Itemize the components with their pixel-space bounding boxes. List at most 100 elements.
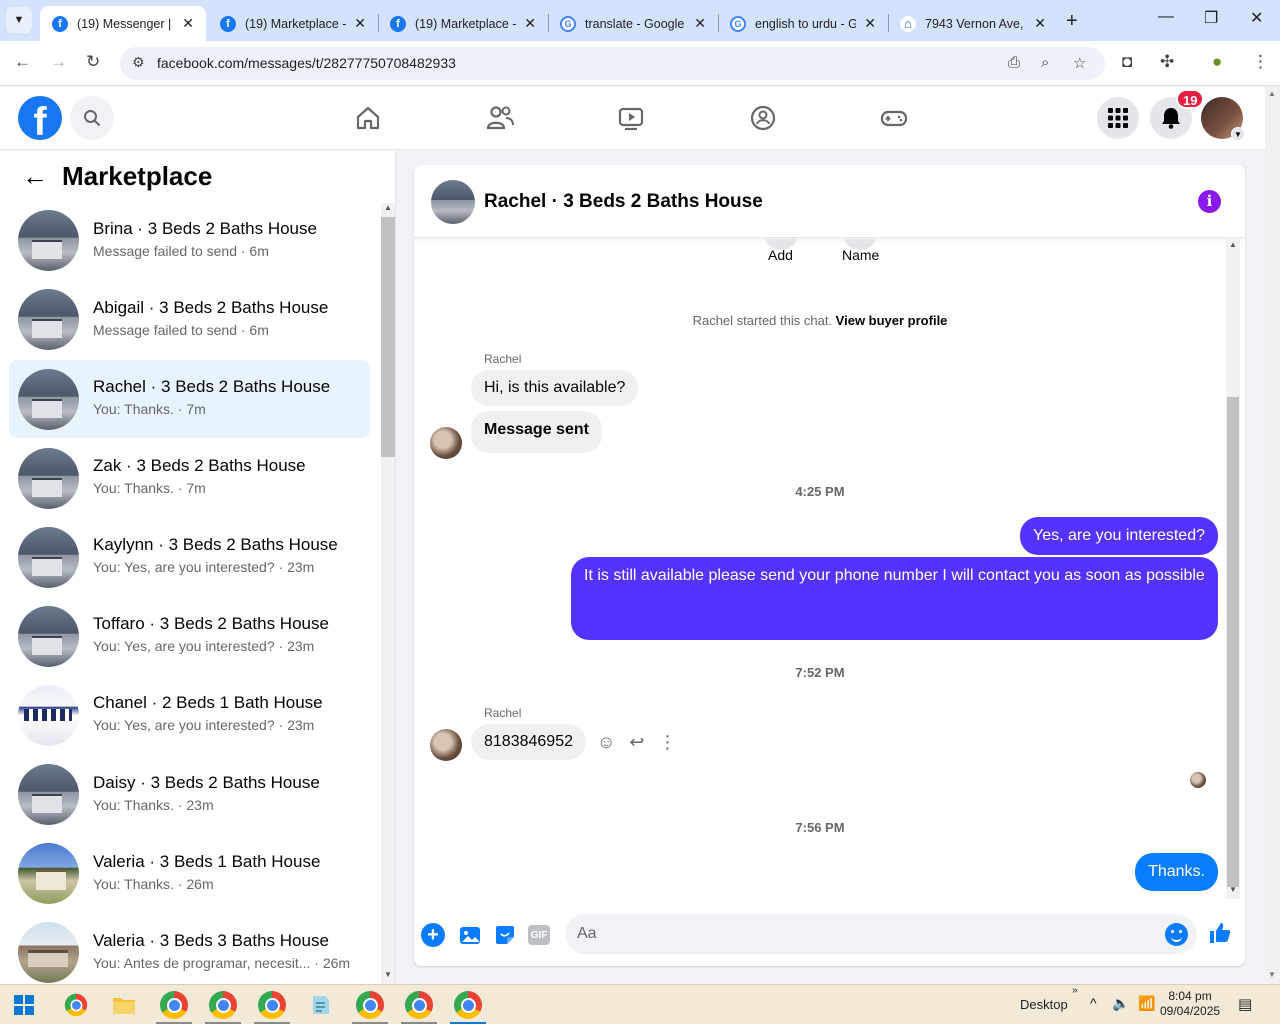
home-icon[interactable] [353,103,383,133]
chrome-profile-icon[interactable] [405,991,433,1019]
site-info-icon[interactable]: ⚙ [132,54,145,71]
view-buyer-profile-link[interactable]: View buyer profile [836,313,948,328]
scroll-down-icon[interactable]: ▼ [384,970,392,979]
facebook-logo-icon[interactable]: f [18,96,62,140]
scrollbar-thumb[interactable] [381,217,395,457]
scroll-down-icon[interactable]: ▼ [1229,885,1237,894]
outgoing-message[interactable]: It is still available please send your p… [571,557,1218,640]
close-tab-icon[interactable]: ✕ [694,15,706,32]
info-icon[interactable]: i [1198,190,1221,213]
conversation-item[interactable]: Kaylynn · 3 Beds 2 Baths House You: Yes,… [9,518,370,596]
thumbs-up-icon[interactable] [1208,921,1232,952]
incoming-message[interactable]: Message sent [471,411,602,453]
scroll-down-icon[interactable]: ▼ [1268,970,1276,979]
chevron-up-icon[interactable]: ^ [1090,995,1097,1011]
conversation-item[interactable]: Abigail · 3 Beds 2 Baths House Message f… [9,281,370,359]
close-tab-icon[interactable]: ✕ [864,15,876,32]
sender-avatar[interactable] [430,427,462,459]
close-window-icon[interactable]: ✕ [1250,8,1263,28]
groups-icon[interactable] [748,103,778,133]
scroll-up-icon[interactable]: ▲ [384,203,392,212]
system-clock[interactable]: 8:04 pm 09/04/2025 [1160,989,1220,1019]
emoji-icon[interactable] [1165,923,1188,946]
conversation-item[interactable]: Toffaro · 3 Beds 2 Baths House You: Yes,… [9,597,370,675]
incoming-message[interactable]: 8183846952 [471,724,586,760]
conversation-list-scrollbar[interactable]: ▲ ▼ [381,203,395,984]
bookmark-star-icon[interactable]: ☆ [1073,54,1086,72]
toolbar-expand-icon[interactable]: » [1072,985,1078,996]
profile-icon[interactable]: ● [1212,52,1222,72]
conversation-item[interactable]: Valeria · 3 Beds 3 Baths House You: Ante… [9,914,370,984]
file-explorer-icon[interactable] [110,991,138,1019]
volume-icon[interactable]: 🔈 [1112,995,1129,1012]
tab-translate[interactable]: G translate - Google ✕ [548,6,718,41]
conversation-item[interactable]: Chanel · 2 Beds 1 Bath House You: Yes, a… [9,676,370,754]
chrome-profile-icon[interactable] [209,991,237,1019]
extension-robot-icon[interactable]: ◘ [1122,52,1132,72]
tab-zillow[interactable]: ⌂ 7943 Vernon Ave, ✕ [888,6,1058,41]
tab-marketplace-1[interactable]: f (19) Marketplace - ✕ [208,6,378,41]
close-tab-icon[interactable]: ✕ [354,15,366,32]
tab-english-to-urdu[interactable]: G english to urdu - G ✕ [718,6,888,41]
windows-start-icon[interactable] [10,991,38,1019]
conversation-item[interactable]: Valeria · 3 Beds 1 Bath House You: Thank… [9,835,370,913]
outgoing-message[interactable]: Thanks. [1135,853,1218,891]
menu-grid-button[interactable] [1097,97,1139,139]
conversation-item[interactable]: Zak · 3 Beds 2 Baths House You: Thanks. … [9,439,370,517]
tab-messenger[interactable]: f (19) Messenger | Fa ✕ [40,6,206,41]
url-text[interactable]: facebook.com/messages/t/2827775070848293… [157,55,456,71]
notifications-center-icon[interactable]: ▤ [1238,995,1252,1013]
incoming-message[interactable]: Hi, is this available? [471,370,639,406]
scroll-up-icon[interactable]: ▲ [1268,89,1276,98]
reload-icon[interactable]: ↻ [86,52,100,72]
friends-icon[interactable] [485,103,515,133]
browser-menu-icon[interactable]: ⋮ [1252,52,1269,72]
scroll-up-icon[interactable]: ▲ [1229,240,1237,249]
zoom-icon[interactable]: ⌕ [1041,54,1049,71]
more-options-icon[interactable]: ⋮ [658,732,676,753]
sticker-icon[interactable] [493,923,517,947]
forward-arrow-icon[interactable]: → [50,52,67,72]
notepad-icon[interactable] [306,991,334,1019]
add-button-label[interactable]: Add [768,247,793,263]
omnibox[interactable]: ⚙ facebook.com/messages/t/28277750708482… [120,47,1105,80]
reply-icon[interactable]: ↩ [629,732,644,753]
chrome-profile-icon[interactable] [356,991,384,1019]
name-button-label[interactable]: Name [842,247,879,263]
chrome-icon[interactable] [64,993,88,1017]
network-icon[interactable]: 📶 [1138,995,1155,1012]
chrome-profile-icon[interactable] [160,991,188,1019]
install-app-icon[interactable]: ⎙ [1008,54,1020,71]
react-emoji-icon[interactable]: ☺ [597,732,615,753]
conversation-item[interactable]: Daisy · 3 Beds 2 Baths House You: Thanks… [9,756,370,834]
back-arrow-icon[interactable]: ← [22,161,48,192]
new-tab-icon[interactable]: + [1066,10,1078,33]
close-tab-icon[interactable]: ✕ [1034,15,1046,32]
outgoing-message[interactable]: Yes, are you interested? [1020,517,1218,555]
chat-scrollbar[interactable]: ▲ ▼ [1226,239,1240,899]
tab-marketplace-2[interactable]: f (19) Marketplace - ✕ [378,6,548,41]
page-scrollbar[interactable]: ▲ ▼ [1265,87,1280,984]
search-button[interactable] [70,96,114,140]
tab-search-button[interactable]: ▼ [6,7,32,33]
conversation-item[interactable]: Brina · 3 Beds 2 Baths House Message fai… [9,202,370,280]
plus-icon[interactable]: + [421,923,445,947]
desktop-toolbar-label[interactable]: Desktop [1020,997,1068,1012]
scrollbar-thumb[interactable] [1227,397,1239,887]
restore-icon[interactable]: ❐ [1204,8,1218,28]
close-tab-icon[interactable]: ✕ [524,15,536,32]
conversation-item-active[interactable]: Rachel · 3 Beds 2 Baths House You: Thank… [9,360,370,438]
chrome-profile-icon[interactable] [454,991,482,1019]
sender-avatar[interactable] [430,729,462,761]
back-arrow-icon[interactable]: ← [14,52,31,72]
minimize-icon[interactable]: — [1158,8,1174,26]
close-tab-icon[interactable]: ✕ [182,15,194,32]
chat-title[interactable]: Rachel · 3 Beds 2 Baths House [484,191,763,213]
listing-avatar[interactable] [431,180,475,224]
chrome-profile-icon[interactable] [258,991,286,1019]
extensions-puzzle-icon[interactable]: ✣ [1160,52,1174,72]
video-icon[interactable] [616,103,646,133]
chevron-down-icon[interactable]: ▼ [1231,127,1245,141]
message-input[interactable] [565,914,1197,954]
gif-icon[interactable]: GIF [528,925,550,945]
